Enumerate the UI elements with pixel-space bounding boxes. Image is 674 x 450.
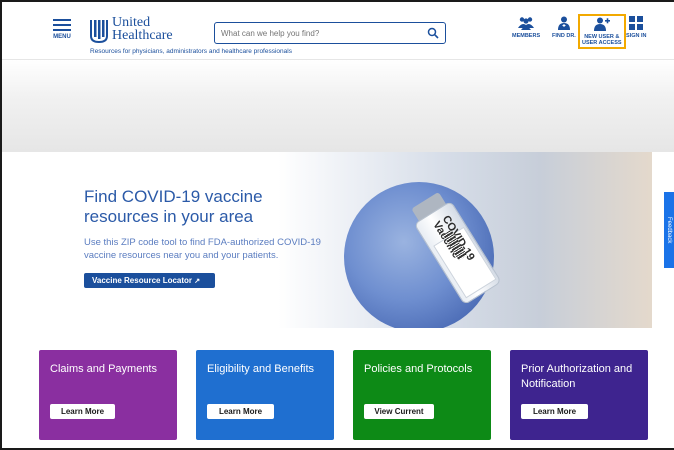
search-input[interactable] xyxy=(221,26,421,40)
nav-new-user-access[interactable]: NEW USER & USER ACCESS xyxy=(578,14,626,49)
unitedhealthcare-logo[interactable]: United Healthcare xyxy=(90,16,210,50)
card-policies-protocols: Policies and Protocols View Current xyxy=(353,350,491,440)
external-link-icon: ↗ xyxy=(194,278,201,285)
eligibility-learn-more-button[interactable]: Learn More xyxy=(207,404,274,419)
nav-new-user-label-2: USER ACCESS xyxy=(582,40,622,46)
hero-description: Use this ZIP code tool to find FDA-autho… xyxy=(84,237,321,261)
card-prior-authorization: Prior Authorization and Notification Lea… xyxy=(510,350,648,440)
logo-line2: Healthcare xyxy=(112,28,173,43)
card-eligibility-benefits: Eligibility and Benefits Learn More xyxy=(196,350,334,440)
card-title: Claims and Payments xyxy=(50,363,157,375)
nav-sign-in-label: SIGN IN xyxy=(626,33,647,39)
nav-members-label: MEMBERS xyxy=(512,33,541,39)
nav-find-doctor[interactable]: FIND DR. xyxy=(552,16,576,39)
logo-text: United Healthcare xyxy=(112,16,173,43)
members-icon xyxy=(518,17,535,30)
banner-placeholder xyxy=(2,60,674,152)
site-header: MENU United Healthcare Resources for phy… xyxy=(2,2,674,60)
nav-sign-in[interactable]: SIGN IN xyxy=(626,16,646,39)
find-doctor-icon xyxy=(557,16,570,30)
view-current-button[interactable]: View Current xyxy=(364,404,434,419)
hero-title: Find COVID-19 vaccine resources in your … xyxy=(84,187,263,226)
search-icon[interactable] xyxy=(427,27,439,39)
logo-mark-icon xyxy=(90,20,108,44)
feedback-tab[interactable]: Feedback xyxy=(664,192,674,268)
vaccine-locator-button[interactable]: Vaccine Resource Locator ↗ xyxy=(84,273,215,288)
card-title: Prior Authorization and Notification xyxy=(521,363,633,390)
card-title: Policies and Protocols xyxy=(364,363,473,375)
menu-label: MENU xyxy=(53,34,71,40)
vaccine-locator-label: Vaccine Resource Locator xyxy=(92,276,193,285)
nav-find-doctor-label: FIND DR. xyxy=(552,33,576,39)
card-title: Eligibility and Benefits xyxy=(207,363,315,375)
nav-members[interactable]: MEMBERS xyxy=(512,16,540,39)
search-box[interactable] xyxy=(214,22,446,44)
card-claims-payments: Claims and Payments Learn More xyxy=(39,350,177,440)
sign-in-icon xyxy=(629,16,644,30)
header-tagline: Resources for physicians, administrators… xyxy=(90,48,292,55)
hamburger-icon xyxy=(50,19,74,31)
prior-auth-learn-more-button[interactable]: Learn More xyxy=(521,404,588,419)
add-user-icon xyxy=(593,17,610,31)
menu-button[interactable]: MENU xyxy=(50,16,74,40)
claims-learn-more-button[interactable]: Learn More xyxy=(50,404,115,419)
